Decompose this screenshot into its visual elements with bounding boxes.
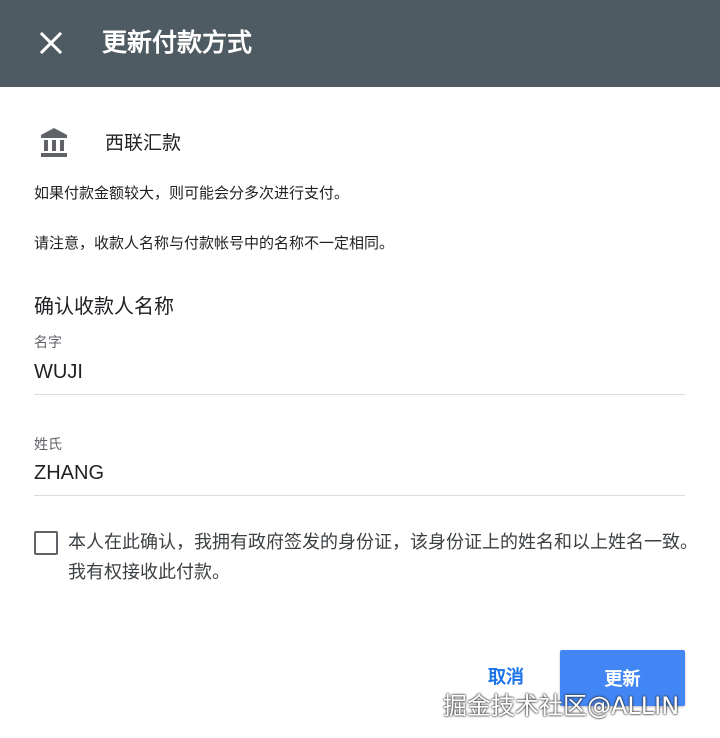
last-name-field[interactable]: ZHANG	[34, 462, 104, 485]
name-mismatch-note: 请注意，收款人名称与付款帐号中的名称不一定相同。	[34, 234, 395, 252]
recipient-section-title: 确认收款人名称	[34, 294, 174, 318]
dialog-title: 更新付款方式	[102, 28, 253, 57]
payment-method-row: 西联汇款	[37, 124, 181, 160]
bank-icon	[41, 128, 67, 157]
first-name-label: 名字	[34, 335, 62, 351]
multiple-payments-note: 如果付款金额较大，则可能会分多次进行支付。	[34, 184, 350, 202]
dialog-header: 更新付款方式	[0, 0, 720, 87]
first-name-field[interactable]: WUJI	[34, 361, 83, 384]
last-name-underline	[34, 495, 685, 496]
last-name-label: 姓氏	[34, 437, 62, 453]
payment-method-name: 西联汇款	[105, 132, 182, 154]
consent-checkbox[interactable]	[34, 531, 58, 555]
consent-text: 本人在此确认，我拥有政府签发的身份证，该身份证上的姓名和以上姓名一致。我有权接收…	[68, 532, 698, 583]
close-icon[interactable]	[40, 32, 62, 54]
watermark-text: 掘金技术社区@ALLIN	[443, 692, 680, 720]
close-button[interactable]	[36, 28, 66, 58]
first-name-underline	[34, 394, 685, 395]
